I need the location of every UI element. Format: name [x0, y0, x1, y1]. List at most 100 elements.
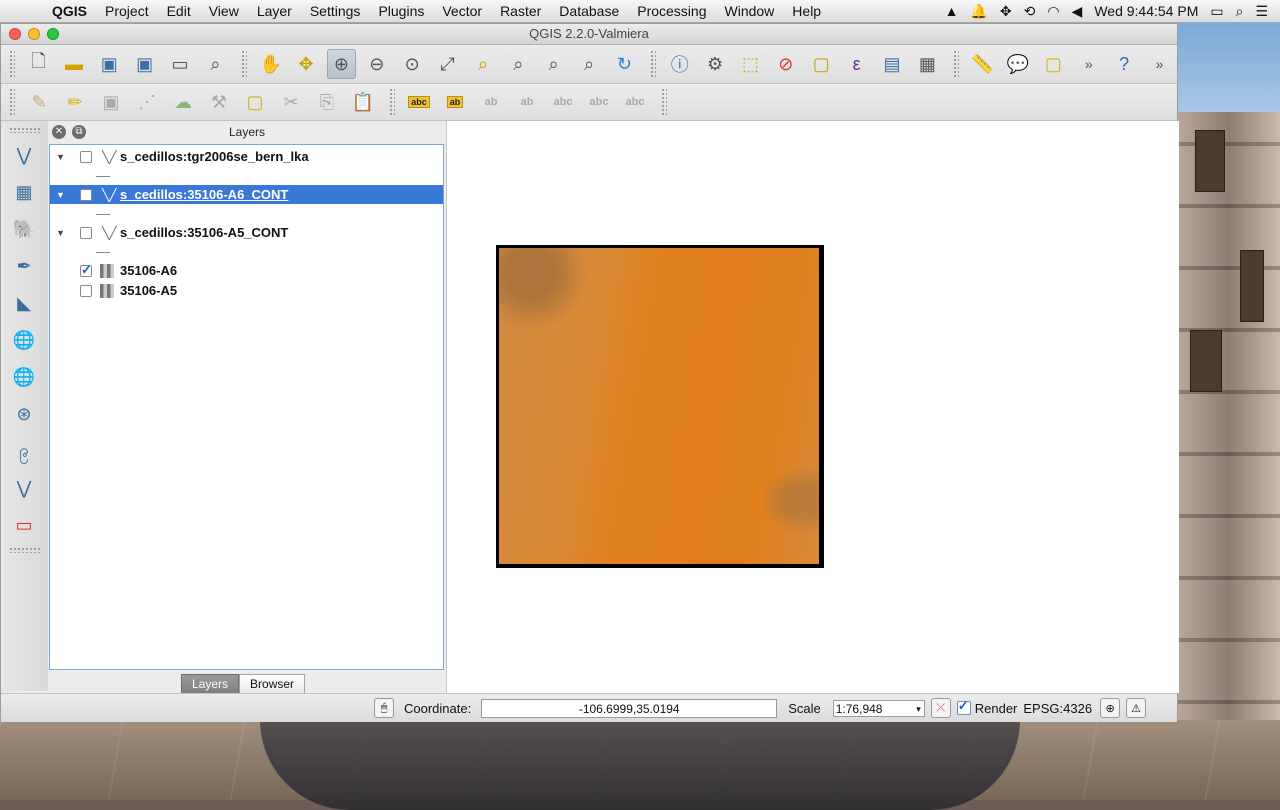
field-calculator-icon[interactable]: ▦ — [913, 49, 942, 79]
highlight-pinned-labels-icon[interactable]: ab — [440, 87, 470, 117]
open-attribute-table-icon[interactable]: ▤ — [877, 49, 906, 79]
toolbar-grip[interactable] — [9, 88, 15, 116]
delete-selected-icon[interactable]: ▢ — [240, 87, 270, 117]
layers-tree[interactable]: ▼ ╲╱ s_cedillos:tgr2006se_bern_lka ▼ ╲╱ … — [49, 144, 444, 670]
toolbar-grip[interactable] — [953, 50, 959, 78]
help-contents-icon[interactable]: ? — [1109, 49, 1138, 79]
notification-center-icon[interactable]: ☰ — [1255, 3, 1268, 20]
layer-visibility-checkbox[interactable] — [80, 226, 92, 239]
pan-map-icon[interactable]: ✋ — [256, 49, 285, 79]
measure-line-icon[interactable]: 📏 — [968, 49, 997, 79]
menu-view[interactable]: View — [209, 3, 239, 19]
menu-vector[interactable]: Vector — [442, 3, 482, 19]
menu-app-name[interactable]: QGIS — [52, 3, 87, 19]
toolbar-overflow-icon[interactable]: » — [1074, 49, 1103, 79]
menu-settings[interactable]: Settings — [310, 3, 361, 19]
paste-features-icon[interactable]: 📋 — [348, 87, 378, 117]
time-machine-icon[interactable]: ⟲ — [1024, 3, 1036, 20]
move-label-icon[interactable]: abc — [548, 87, 578, 117]
select-features-icon[interactable]: ⬚ — [736, 49, 765, 79]
window-minimize-button[interactable] — [28, 28, 40, 40]
composer-manager-icon[interactable]: ⌕ — [201, 49, 230, 79]
float-panel-icon[interactable]: ⧉ — [72, 125, 86, 139]
collapse-triangle-icon[interactable]: ▼ — [56, 190, 68, 200]
expression-epsilon-icon[interactable]: ε — [842, 49, 871, 79]
close-panel-icon[interactable]: ✕ — [52, 125, 66, 139]
spotlight-search-icon[interactable]: ⌕ — [1236, 3, 1244, 20]
zoom-next-icon[interactable]: ⌕ — [574, 49, 603, 79]
zoom-out-icon[interactable]: ⊖ — [362, 49, 391, 79]
window-titlebar[interactable]: QGIS 2.2.0-Valmiera — [1, 24, 1177, 45]
menu-help[interactable]: Help — [792, 3, 821, 19]
toolbar-grip[interactable] — [650, 50, 657, 78]
menubar-clock[interactable]: Wed 9:44:54 PM — [1094, 3, 1198, 19]
layer-visibility-checkbox[interactable] — [80, 284, 92, 297]
menu-window[interactable]: Window — [725, 3, 775, 19]
stop-rendering-icon[interactable]: ⤫ — [930, 698, 951, 718]
zoom-to-selection-icon[interactable]: ⌕ — [468, 49, 497, 79]
menu-project[interactable]: Project — [105, 3, 149, 19]
run-feature-action-icon[interactable]: ⚙ — [700, 49, 729, 79]
toolbar-grip[interactable] — [9, 547, 40, 553]
volume-icon[interactable]: ◀ — [1072, 3, 1083, 20]
add-mssql-layer-icon[interactable]: ◣ — [9, 288, 39, 318]
add-postgis-layer-icon[interactable]: 🐘 — [9, 214, 39, 244]
window-zoom-button[interactable] — [47, 28, 59, 40]
window-close-button[interactable] — [9, 28, 21, 40]
remove-layer-icon[interactable]: ▭ — [9, 510, 39, 540]
collapse-triangle-icon[interactable]: ▼ — [56, 152, 68, 162]
menu-edit[interactable]: Edit — [167, 3, 191, 19]
add-feature-icon[interactable]: ⋰ — [132, 87, 162, 117]
scale-combobox[interactable]: 1:76,948 ▾ — [832, 699, 925, 717]
save-project-icon[interactable]: ▣ — [95, 49, 124, 79]
menu-raster[interactable]: Raster — [500, 3, 541, 19]
add-wcs-layer-icon[interactable]: 🌐 — [9, 362, 39, 392]
move-icon[interactable]: ✥ — [1000, 3, 1012, 20]
battery-icon[interactable]: ▭ — [1210, 3, 1223, 20]
layer-row-selected[interactable]: ▼ ╲╱ s_cedillos:35106-A6_CONT — [50, 185, 443, 204]
new-print-composer-icon[interactable]: ▭ — [165, 49, 194, 79]
menu-plugins[interactable]: Plugins — [378, 3, 424, 19]
toggle-extents-mouse-icon[interactable]: 🖱 — [374, 698, 394, 718]
copy-features-icon[interactable]: ⎘ — [312, 87, 342, 117]
rotate-label-icon[interactable]: abc — [584, 87, 614, 117]
current-edits-icon[interactable]: ✎ — [24, 87, 54, 117]
toolbar-overflow-icon[interactable]: » — [1145, 49, 1174, 79]
toolbar-grip[interactable] — [661, 88, 667, 116]
layer-row[interactable]: 35106-A6 — [50, 261, 443, 280]
add-spatialite-layer-icon[interactable]: ✒ — [9, 251, 39, 281]
menu-database[interactable]: Database — [559, 3, 619, 19]
pin-labels-icon[interactable]: ab — [476, 87, 506, 117]
menu-processing[interactable]: Processing — [637, 3, 706, 19]
show-hide-labels-icon[interactable]: ab — [512, 87, 542, 117]
toolbar-grip[interactable] — [241, 50, 247, 78]
add-delimited-text-layer-icon[interactable]: ၉ — [9, 436, 39, 466]
toolbar-grip[interactable] — [9, 127, 40, 133]
node-tool-icon[interactable]: ⚒ — [204, 87, 234, 117]
collapse-triangle-icon[interactable]: ▼ — [56, 228, 68, 238]
move-feature-icon[interactable]: ☁ — [168, 87, 198, 117]
drive-icon[interactable]: ▲ — [945, 3, 959, 19]
render-checkbox[interactable] — [956, 698, 971, 715]
layer-visibility-checkbox[interactable] — [80, 150, 92, 163]
layer-visibility-checkbox[interactable] — [80, 262, 92, 278]
zoom-full-icon[interactable]: ⤢ — [433, 49, 462, 79]
crs-settings-icon[interactable]: ⊕ — [1100, 698, 1121, 718]
toggle-editing-icon[interactable]: ✏ — [60, 87, 90, 117]
tab-browser[interactable]: Browser — [239, 674, 306, 694]
pan-to-selection-icon[interactable]: ✥ — [291, 49, 320, 79]
save-layer-edits-icon[interactable]: ▣ — [96, 87, 126, 117]
add-wms-layer-icon[interactable]: 🌐 — [9, 325, 39, 355]
layer-row[interactable]: 35106-A5 — [50, 281, 443, 300]
open-project-icon[interactable]: ▬ — [59, 49, 88, 79]
label-tool-icon[interactable]: abc — [404, 87, 434, 117]
layer-row[interactable]: ▼ ╲╱ s_cedillos:tgr2006se_bern_lka — [50, 147, 443, 166]
change-label-icon[interactable]: abc — [620, 87, 650, 117]
add-raster-layer-icon[interactable]: ▦ — [9, 177, 39, 207]
cut-features-icon[interactable]: ✂ — [276, 87, 306, 117]
refresh-icon[interactable]: ↻ — [610, 49, 639, 79]
wifi-icon[interactable]: ◠ — [1047, 3, 1059, 20]
coordinate-field[interactable]: -106.6999,35.0194 — [481, 698, 778, 718]
save-as-icon[interactable]: ▣ — [130, 49, 159, 79]
add-vector-layer-icon[interactable]: ⋁ — [9, 140, 39, 170]
